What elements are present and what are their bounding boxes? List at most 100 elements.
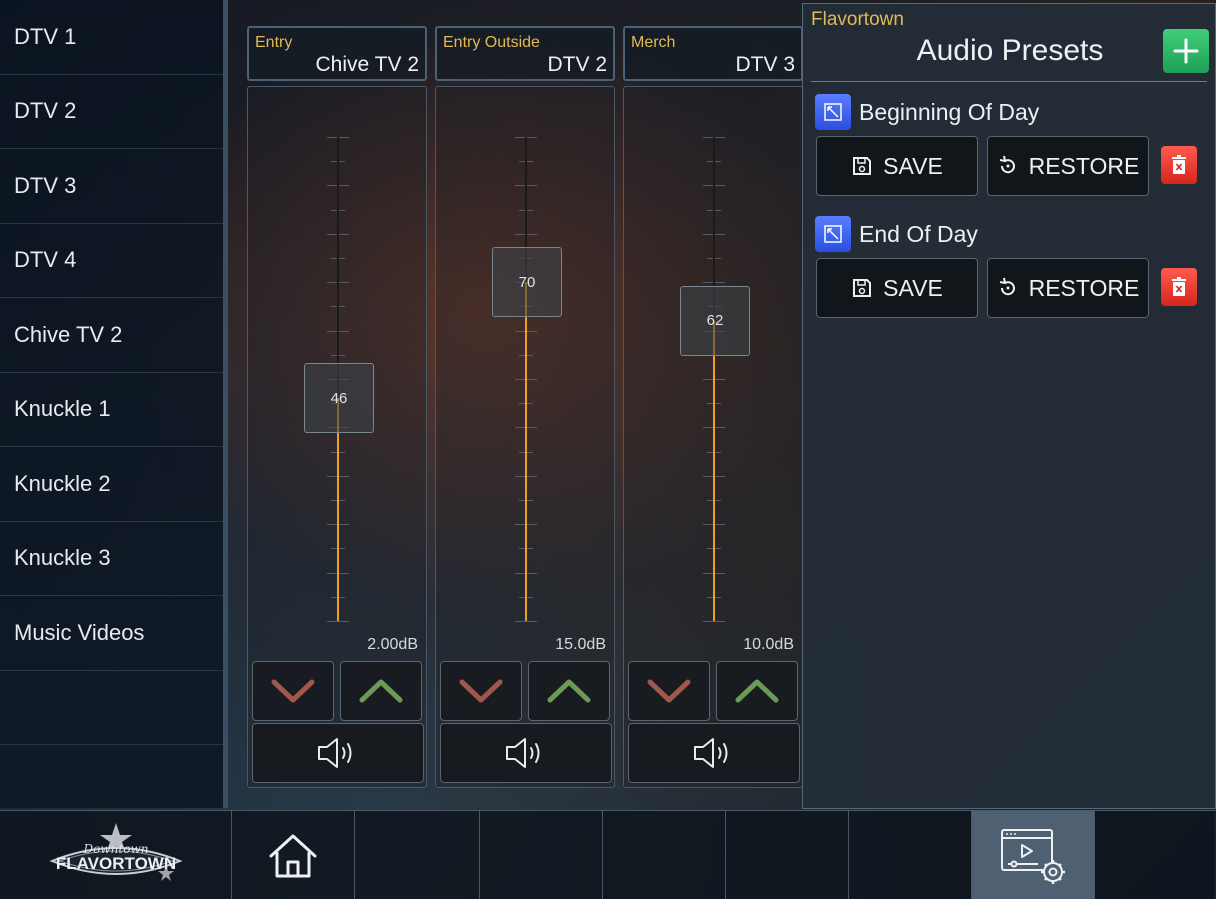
sidebar-item-music-videos[interactable]: Music Videos xyxy=(0,596,223,671)
volume-up-button[interactable] xyxy=(716,661,798,721)
home-button[interactable] xyxy=(232,811,355,899)
preset-item: Beginning Of Day SAVE RESTORE xyxy=(815,94,1205,196)
speaker-icon xyxy=(694,738,728,768)
sidebar-item-dtv-1[interactable]: DTV 1 xyxy=(0,0,223,75)
sidebar-item-label: Chive TV 2 xyxy=(14,321,123,347)
fader-level-fill xyxy=(713,320,715,621)
sidebar-item-label: DTV 3 xyxy=(14,172,77,198)
fader-tick xyxy=(703,621,725,622)
nav-slot-empty[interactable] xyxy=(1095,811,1214,899)
fader-track[interactable] xyxy=(525,137,527,621)
nav-slot-empty[interactable] xyxy=(355,811,480,899)
fader-knob[interactable]: 46 xyxy=(304,363,374,434)
volume-fader-panel: 46 2.00dB xyxy=(247,86,427,788)
channel-group-label: Merch xyxy=(631,34,676,51)
edit-icon xyxy=(824,225,842,243)
speaker-icon xyxy=(506,738,540,768)
fader-level-fill xyxy=(525,282,527,621)
plus-icon xyxy=(1173,38,1199,64)
home-icon xyxy=(269,834,317,877)
volume-down-button[interactable] xyxy=(628,661,710,721)
panel-title: Audio Presets xyxy=(916,34,1104,67)
chevron-down-icon xyxy=(647,679,691,703)
volume-down-button[interactable] xyxy=(252,661,334,721)
sidebar-item-dtv-3[interactable]: DTV 3 xyxy=(0,149,223,224)
floppy-disk-icon xyxy=(853,157,872,175)
delete-preset-button[interactable] xyxy=(1161,146,1197,184)
sidebar-item-label: Knuckle 2 xyxy=(14,470,111,496)
nav-slot-empty[interactable] xyxy=(480,811,603,899)
speaker-icon xyxy=(318,738,352,768)
volume-down-button[interactable] xyxy=(440,661,522,721)
save-label: SAVE xyxy=(883,152,943,179)
channel-group-label: Entry Outside xyxy=(443,34,540,51)
sidebar-item-chive-tv-2[interactable]: Chive TV 2 xyxy=(0,298,223,373)
fader-level-value: 70 xyxy=(518,273,536,291)
logo-main-text: FLAVORTOWN xyxy=(55,854,175,873)
volume-channel: Entry Outside DTV 2 70 15.0dB xyxy=(435,26,615,788)
audio-presets-panel: Flavortown Audio Presets Beginning Of Da… xyxy=(802,3,1216,809)
trash-icon xyxy=(1172,155,1186,174)
chevron-down-icon xyxy=(459,679,503,703)
media-settings-button[interactable] xyxy=(972,811,1095,899)
delete-preset-button[interactable] xyxy=(1161,268,1197,306)
sidebar-item-label: DTV 1 xyxy=(14,23,77,49)
bottom-nav-bar: Downtown FLAVORTOWN xyxy=(0,810,1216,899)
volume-up-button[interactable] xyxy=(340,661,422,721)
edit-icon xyxy=(824,103,842,121)
rename-preset-button[interactable] xyxy=(815,216,851,252)
fader-level-value: 62 xyxy=(706,312,724,330)
mute-button[interactable] xyxy=(440,723,612,783)
gain-readout: 10.0dB xyxy=(743,636,794,653)
sidebar-item-label: DTV 4 xyxy=(14,247,77,273)
sidebar-item-label: Knuckle 1 xyxy=(14,396,111,422)
trash-icon xyxy=(1172,277,1186,296)
sidebar-item-label: Knuckle 3 xyxy=(14,545,111,571)
fader-track[interactable] xyxy=(713,137,715,621)
mute-button[interactable] xyxy=(628,723,800,783)
fader-knob[interactable]: 70 xyxy=(492,247,562,318)
volume-fader-panel: 70 15.0dB xyxy=(435,86,615,788)
sidebar-item-dtv-2[interactable]: DTV 2 xyxy=(0,75,223,149)
nav-slot-empty[interactable] xyxy=(849,811,972,899)
restore-preset-button[interactable]: RESTORE xyxy=(987,136,1149,196)
sidebar-item-knuckle-2[interactable]: Knuckle 2 xyxy=(0,447,223,522)
volume-channel: Merch DTV 3 62 10.0dB xyxy=(623,26,803,788)
rename-preset-button[interactable] xyxy=(815,94,851,130)
divider xyxy=(811,81,1207,82)
media-settings-icon xyxy=(1001,828,1065,884)
volume-fader-panel: 62 10.0dB xyxy=(623,86,803,788)
downtown-flavortown-logo-icon: Downtown FLAVORTOWN xyxy=(48,822,183,881)
channel-source-label: Chive TV 2 xyxy=(315,53,420,76)
chevron-up-icon xyxy=(547,679,591,703)
nav-slot-empty[interactable] xyxy=(603,811,726,899)
gain-readout: 2.00dB xyxy=(367,636,418,653)
save-preset-button[interactable]: SAVE xyxy=(816,258,978,318)
sidebar-item-label: DTV 2 xyxy=(14,98,77,124)
save-preset-button[interactable]: SAVE xyxy=(816,136,978,196)
restore-icon xyxy=(999,155,1015,174)
gain-readout: 15.0dB xyxy=(555,636,606,653)
volume-up-button[interactable] xyxy=(528,661,610,721)
venue-logo: Downtown FLAVORTOWN xyxy=(0,811,232,899)
channel-header[interactable]: Entry Chive TV 2 xyxy=(247,26,427,81)
sidebar-item-dtv-4[interactable]: DTV 4 xyxy=(0,224,223,298)
sidebar-item-knuckle-3[interactable]: Knuckle 3 xyxy=(0,522,223,596)
channel-header[interactable]: Entry Outside DTV 2 xyxy=(435,26,615,81)
restore-preset-button[interactable]: RESTORE xyxy=(987,258,1149,318)
chevron-up-icon xyxy=(359,679,403,703)
floppy-disk-icon xyxy=(853,279,872,297)
fader-knob[interactable]: 62 xyxy=(680,285,750,356)
sidebar-item-label: Music Videos xyxy=(14,619,145,645)
nav-slot-empty[interactable] xyxy=(726,811,849,899)
source-sidebar: DTV 1 DTV 2 DTV 3 DTV 4 Chive TV 2 Knuck… xyxy=(0,0,228,808)
fader-tick xyxy=(327,621,349,622)
restore-label: RESTORE xyxy=(1028,274,1140,301)
restore-icon xyxy=(999,277,1015,296)
room-name: Flavortown xyxy=(811,9,904,30)
add-preset-button[interactable] xyxy=(1163,29,1209,73)
sidebar-item-knuckle-1[interactable]: Knuckle 1 xyxy=(0,373,223,447)
channel-header[interactable]: Merch DTV 3 xyxy=(623,26,803,81)
preset-name: Beginning Of Day xyxy=(859,98,1040,125)
mute-button[interactable] xyxy=(252,723,424,783)
